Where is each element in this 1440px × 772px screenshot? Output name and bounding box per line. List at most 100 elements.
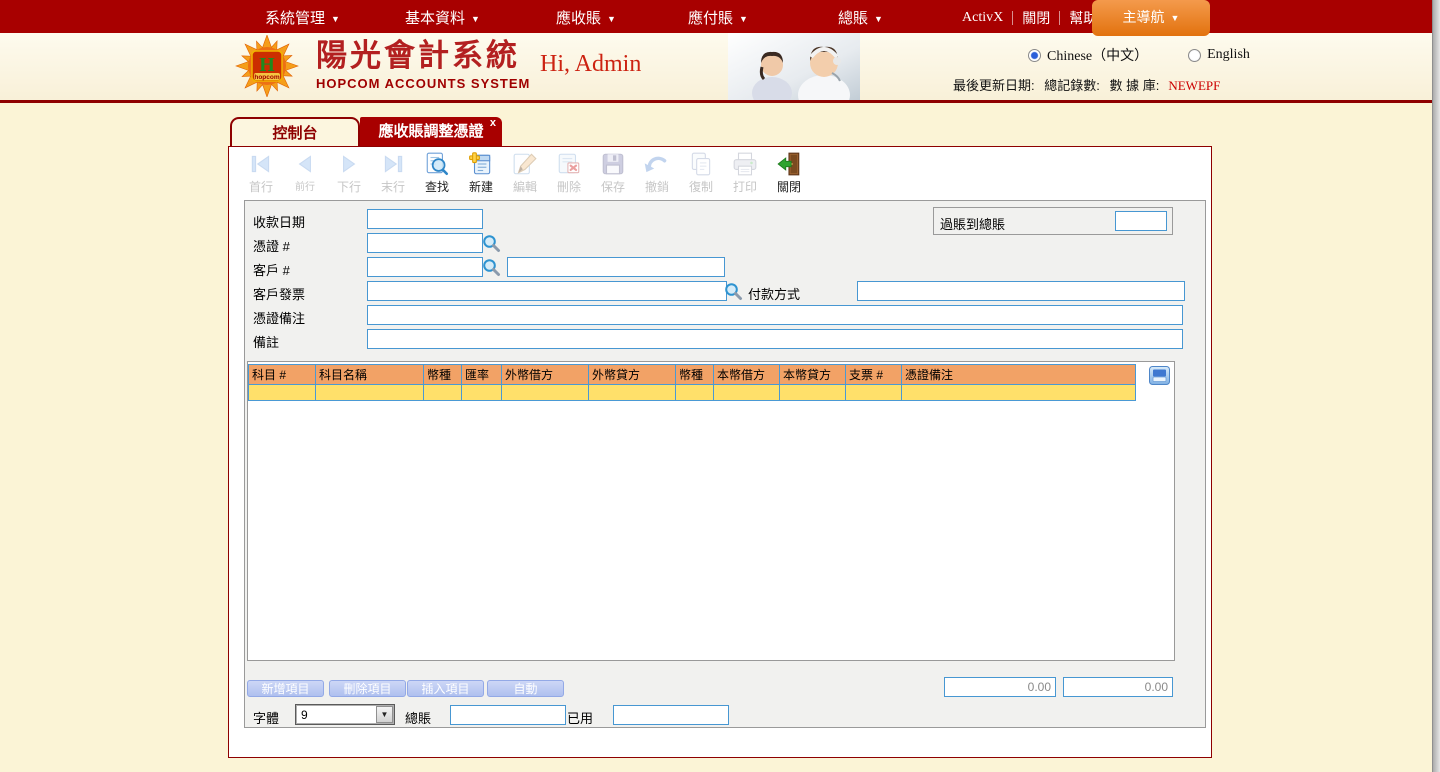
tab-console[interactable]: 控制台: [230, 117, 360, 146]
save-icon: [600, 151, 626, 177]
voucher-no-input[interactable]: [367, 233, 483, 253]
database-label: 數 據 庫:: [1110, 78, 1160, 93]
activx-link[interactable]: ActivX: [953, 10, 1012, 26]
add-item-button[interactable]: 新增項目: [247, 680, 324, 697]
customer-invoice-label: 客戶發票: [253, 284, 305, 303]
col-foreign-credit[interactable]: 外幣貸方: [589, 365, 676, 385]
last-row-button: 末行: [371, 149, 415, 197]
delete-button: 刪除: [547, 149, 591, 197]
col-foreign-debit[interactable]: 外幣借方: [502, 365, 589, 385]
tab-ar-adjustment-voucher[interactable]: 應收賬調整憑證 x: [360, 117, 502, 146]
grid-empty-row[interactable]: [249, 385, 1136, 401]
col-voucher-remark[interactable]: 憑證備注: [902, 365, 1136, 385]
menu-accounts-payable[interactable]: 應付賬▼: [688, 7, 748, 28]
close-button[interactable]: 關閉: [767, 149, 811, 197]
previous-row-button: 前行: [283, 149, 327, 197]
greeting-text: Hi, Admin: [540, 51, 641, 78]
receipt-date-input[interactable]: [367, 209, 483, 229]
font-size-value: 9: [301, 708, 308, 722]
payment-method-label: 付款方式: [748, 284, 800, 303]
close-door-icon: [776, 151, 802, 177]
app-subtitle: HOPCOM ACCOUNTS SYSTEM: [316, 76, 530, 91]
customer-name-input[interactable]: [507, 257, 725, 277]
remark-input[interactable]: [367, 329, 1183, 349]
col-local-currency[interactable]: 幣種: [676, 365, 714, 385]
auto-button[interactable]: 自動: [487, 680, 564, 697]
database-value: NEWEPF: [1168, 78, 1220, 93]
main-nav-button[interactable]: 主導航▼: [1092, 0, 1210, 36]
line-items-table: 科目 # 科目名稱 幣種 匯率 外幣借方 外幣貸方 幣種 本幣借方 本幣貸方 支…: [248, 364, 1136, 401]
app-header: H hopcom 陽光會計系統 HOPCOM ACCOUNTS SYSTEM H…: [0, 33, 1432, 103]
edit-icon: [512, 151, 538, 177]
radio-english-label: English: [1207, 47, 1250, 63]
main-panel: 首行 前行 下行 末行 查找: [228, 146, 1212, 758]
new-button[interactable]: 新建: [459, 149, 503, 197]
chevron-down-icon: ▼: [874, 14, 883, 24]
select-dropdown-icon[interactable]: ▼: [376, 706, 393, 723]
radio-chinese[interactable]: [1028, 49, 1041, 62]
menu-system-admin[interactable]: 系統管理▼: [265, 7, 340, 28]
col-cheque-no[interactable]: 支票 #: [846, 365, 902, 385]
customer-no-input[interactable]: [367, 257, 483, 277]
gl-input[interactable]: [450, 705, 566, 725]
find-icon: [424, 151, 450, 177]
first-row-button: 首行: [239, 149, 283, 197]
chevron-down-icon: ▼: [607, 14, 616, 24]
brand-block: 陽光會計系統 HOPCOM ACCOUNTS SYSTEM: [316, 38, 530, 91]
close-link[interactable]: 關閉: [1013, 8, 1059, 28]
tab-close-icon[interactable]: x: [490, 118, 496, 129]
delete-item-button[interactable]: 刪除項目: [329, 680, 406, 697]
col-exchange-rate[interactable]: 匯率: [462, 365, 502, 385]
undo-button: 撤銷: [635, 149, 679, 197]
invoice-lookup-icon[interactable]: [724, 282, 743, 301]
last-update-label: 最後更新日期:: [953, 78, 1035, 93]
post-to-gl-label: 過賬到總賬: [940, 214, 1005, 233]
radio-english[interactable]: [1188, 49, 1201, 62]
radio-chinese-label: Chinese（中文）: [1047, 45, 1148, 65]
col-local-debit[interactable]: 本幣借方: [714, 365, 780, 385]
col-currency[interactable]: 幣種: [424, 365, 462, 385]
voucher-lookup-icon[interactable]: [482, 234, 501, 253]
menu-basic-data[interactable]: 基本資料▼: [405, 7, 480, 28]
print-button: 打印: [723, 149, 767, 197]
line-items-grid[interactable]: 科目 # 科目名稱 幣種 匯率 外幣借方 外幣貸方 幣種 本幣借方 本幣貸方 支…: [247, 361, 1175, 661]
insert-item-button[interactable]: 插入項目: [407, 680, 484, 697]
app-title: 陽光會計系統: [316, 38, 530, 74]
col-local-credit[interactable]: 本幣貸方: [780, 365, 846, 385]
find-button[interactable]: 查找: [415, 149, 459, 197]
grid-maximize-icon[interactable]: [1149, 366, 1170, 385]
col-account-no[interactable]: 科目 #: [249, 365, 316, 385]
chevron-down-icon: ▼: [331, 14, 340, 24]
next-row-button: 下行: [327, 149, 371, 197]
customer-service-photo: [728, 33, 860, 100]
delete-icon: [556, 151, 582, 177]
grid-header-row: 科目 # 科目名稱 幣種 匯率 外幣借方 外幣貸方 幣種 本幣借方 本幣貸方 支…: [249, 365, 1136, 385]
customer-lookup-icon[interactable]: [482, 258, 501, 277]
total-records-label: 總記錄數:: [1044, 78, 1100, 93]
menu-accounts-receivable[interactable]: 應收賬▼: [556, 7, 616, 28]
debit-total-field[interactable]: [944, 677, 1056, 697]
edit-button: 編輯: [503, 149, 547, 197]
used-input[interactable]: [613, 705, 729, 725]
print-icon: [732, 151, 758, 177]
chevron-down-icon: ▼: [471, 14, 480, 24]
voucher-remark-input[interactable]: [367, 305, 1183, 325]
col-account-name[interactable]: 科目名稱: [316, 365, 424, 385]
post-to-gl-input[interactable]: [1115, 211, 1167, 231]
previous-row-icon: [292, 151, 318, 177]
last-row-icon: [380, 151, 406, 177]
customer-invoice-input[interactable]: [367, 281, 727, 301]
menu-general-ledger[interactable]: 總賬▼: [838, 7, 883, 28]
post-to-gl-box: 過賬到總賬: [933, 207, 1173, 235]
vertical-scrollbar[interactable]: [1432, 0, 1440, 772]
top-menu-bar: 系統管理▼ 基本資料▼ 應收賬▼ 應付賬▼ 總賬▼ ActivX 關閉 幫助 主…: [0, 0, 1432, 33]
font-size-select[interactable]: 9 ▼: [295, 704, 395, 725]
credit-total-field[interactable]: [1063, 677, 1173, 697]
remark-label: 備註: [253, 332, 279, 351]
hopcom-logo: H hopcom: [230, 35, 304, 97]
new-icon: [468, 151, 494, 177]
payment-method-input[interactable]: [857, 281, 1185, 301]
font-label: 字體: [253, 708, 279, 727]
status-line: 最後更新日期: 總記錄數: 數 據 庫: NEWEPF: [953, 75, 1226, 94]
chevron-down-icon: ▼: [1171, 13, 1180, 23]
